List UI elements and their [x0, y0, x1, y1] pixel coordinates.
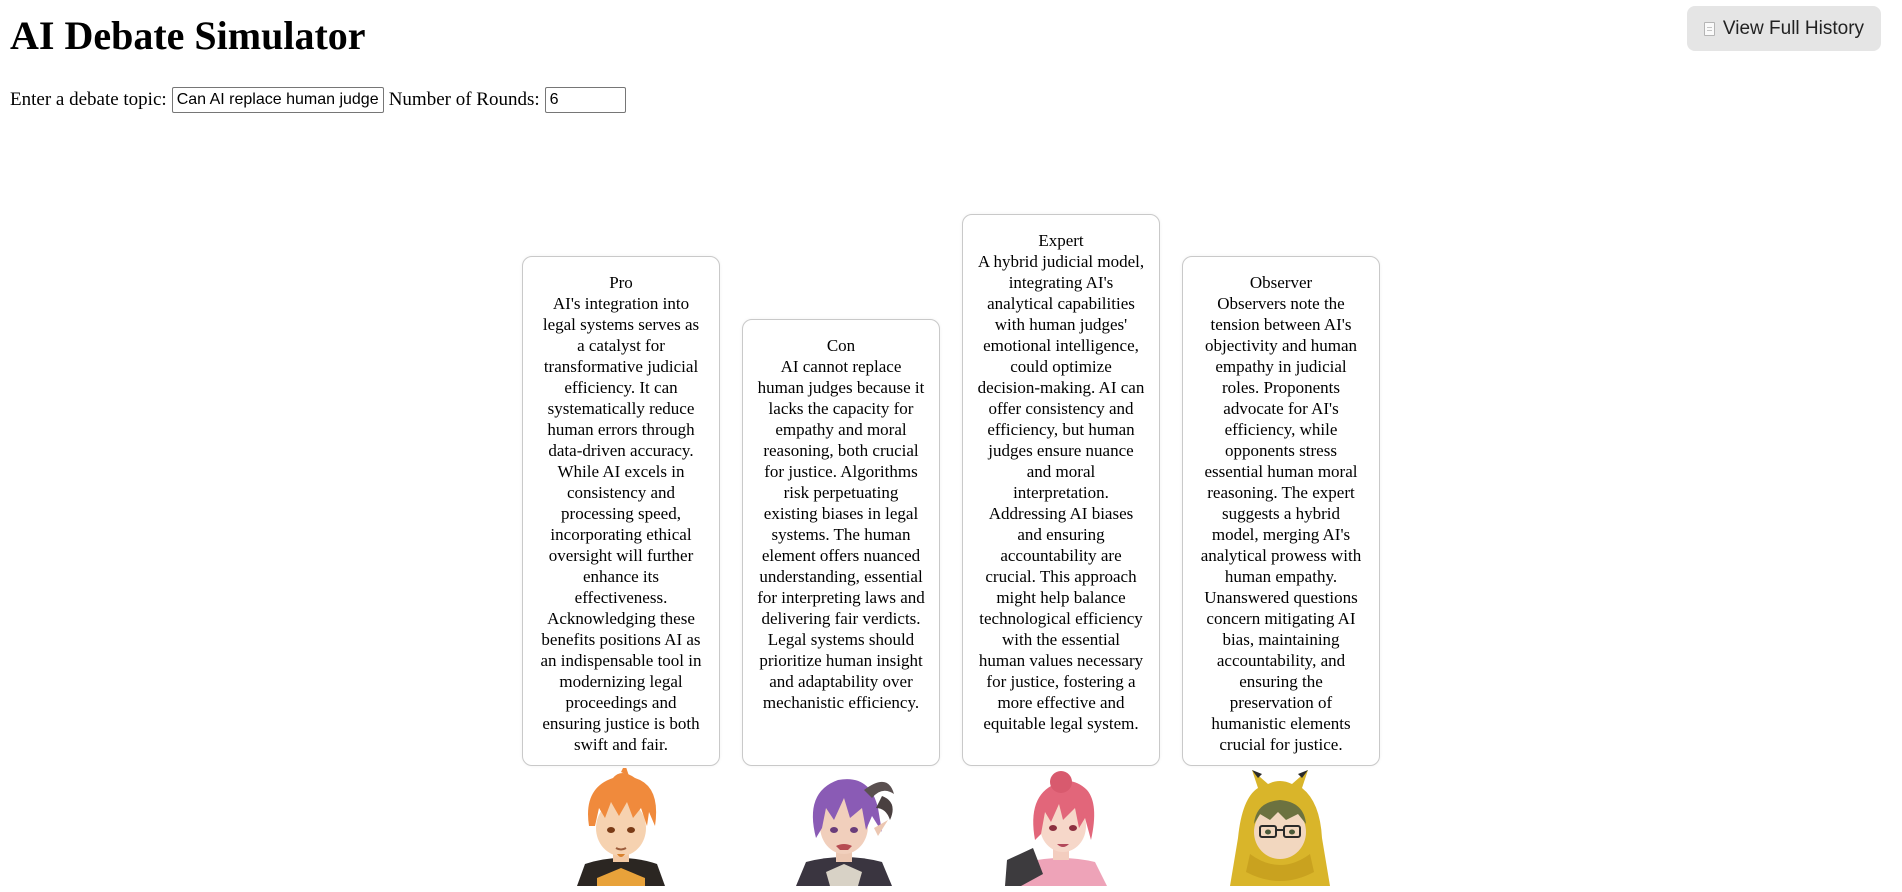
view-full-history-label: View Full History — [1722, 17, 1865, 39]
debate-controls: Enter a debate topic: Number of Rounds: — [10, 86, 631, 114]
topic-input[interactable] — [171, 87, 384, 113]
pro-avatar — [577, 768, 665, 886]
observer-avatar — [1230, 770, 1330, 886]
speech-text: AI cannot replace human judges because i… — [757, 357, 925, 712]
view-full-history-button[interactable]: View Full History — [1687, 6, 1881, 51]
speaker-name: Pro — [609, 273, 633, 292]
document-icon — [1703, 21, 1715, 36]
speaker-name: Expert — [1038, 231, 1084, 250]
speaker-name: Observer — [1249, 273, 1313, 292]
expert-avatar — [1005, 771, 1107, 886]
page-title: AI Debate Simulator — [10, 13, 366, 58]
rounds-input[interactable] — [544, 87, 626, 113]
rounds-label: Number of Rounds: — [388, 89, 540, 110]
topic-label: Enter a debate topic: — [10, 89, 167, 110]
speech-text: A hybrid judicial model, integrating AI'… — [977, 252, 1145, 733]
speech-text: Observers note the tension between AI's … — [1200, 294, 1362, 754]
expert-speech-bubble: Expert A hybrid judicial model, integrat… — [962, 214, 1160, 766]
observer-speech-bubble: Observer Observers note the tension betw… — [1182, 256, 1380, 766]
pro-speech-bubble: Pro AI's integration into legal systems … — [522, 256, 720, 766]
speaker-name: Con — [826, 336, 856, 355]
con-speech-bubble: Con AI cannot replace human judges becau… — [742, 319, 940, 766]
con-avatar — [796, 779, 894, 886]
speech-text: AI's integration into legal systems serv… — [540, 294, 702, 754]
